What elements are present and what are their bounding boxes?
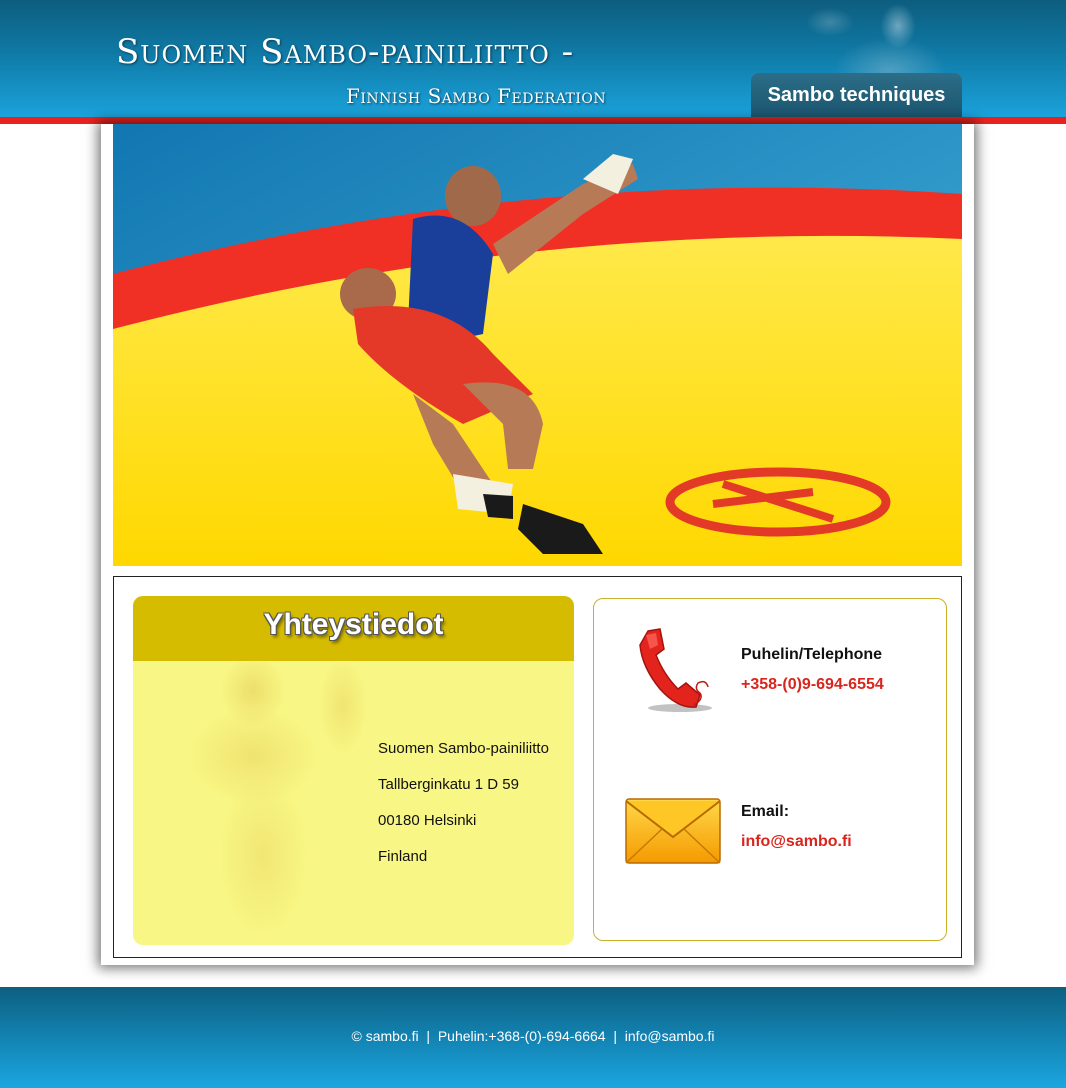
address-street: Tallberginkatu 1 D 59: [378, 776, 519, 793]
address-org-name: Suomen Sambo-painiliitto: [378, 740, 549, 757]
email-link[interactable]: info@sambo.fi: [741, 833, 852, 851]
wrestling-mat-illustration: [113, 124, 962, 566]
telephone-icon: [639, 628, 712, 712]
site-header: Suomen Sambo-painiliitto - Finnish Sambo…: [0, 0, 1066, 118]
header-divider: [0, 117, 1066, 124]
contact-section: Yhteystiedot Suomen Sambo-painiliitto Ta…: [113, 576, 962, 958]
main-content: Yhteystiedot Suomen Sambo-painiliitto Ta…: [101, 124, 974, 965]
contact-heading: Yhteystiedot: [263, 608, 444, 641]
footer-text: © sambo.fi | Puhelin:+368-(0)-694-6664 |…: [0, 1028, 1066, 1044]
phone-number-link[interactable]: +358-(0)9-694-6554: [741, 676, 884, 694]
footer-separator: |: [418, 1028, 438, 1044]
envelope-icon: [625, 798, 721, 864]
footer-phone: Puhelin:+368-(0)-694-6664: [437, 1028, 606, 1044]
site-title: Suomen Sambo-painiliitto -: [116, 32, 575, 72]
site-footer: © sambo.fi | Puhelin:+368-(0)-694-6664 |…: [0, 987, 1066, 1088]
phone-label: Puhelin/Telephone: [741, 646, 883, 663]
site-subtitle: Finnish Sambo Federation: [346, 84, 607, 108]
footer-email-link[interactable]: info@sambo.fi: [625, 1028, 715, 1044]
sambo-techniques-button[interactable]: Sambo techniques: [751, 73, 962, 117]
footer-copyright: © sambo.fi: [351, 1028, 419, 1044]
address-card: Yhteystiedot Suomen Sambo-painiliitto Ta…: [133, 596, 574, 945]
address-postcode-city: 00180 Helsinki: [378, 812, 477, 829]
address-country: Finland: [378, 848, 428, 865]
hero-wrestling-image: [113, 124, 962, 566]
email-label: Email:: [741, 803, 790, 820]
footer-separator: |: [605, 1028, 625, 1044]
phone-email-card: Puhelin/Telephone +358-(0)9-694-6554 Ema…: [593, 598, 947, 941]
